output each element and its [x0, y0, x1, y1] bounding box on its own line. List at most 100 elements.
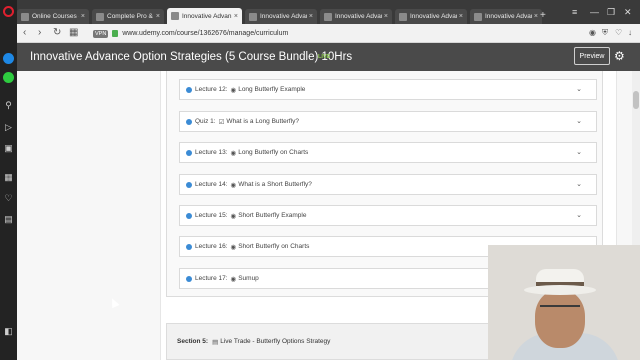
browser-sidebar: ⚲ ▷ ▣ ▦ ♡ ▤ ◧	[0, 0, 17, 360]
favicon-icon	[21, 12, 29, 21]
play-circle-icon: ◉	[230, 243, 237, 251]
favicon-icon	[324, 12, 332, 21]
speed-dial-icon[interactable]: ▦	[2, 171, 15, 184]
tab-label: Innovative Advan	[260, 13, 307, 20]
tab-label: Innovative Advan	[485, 13, 532, 20]
tab-label: Online Courses - A	[32, 13, 79, 20]
item-title: What is a Short Butterfly?	[238, 181, 312, 188]
item-number: Lecture 13:	[195, 149, 228, 156]
play-circle-icon: ◉	[230, 212, 237, 220]
bookmark-heart-icon[interactable]: ♡	[615, 28, 622, 37]
play-circle-icon: ◉	[230, 181, 237, 189]
presenter-hat-brim	[524, 285, 596, 295]
item-number: Lecture 17:	[195, 275, 228, 282]
close-window-icon[interactable]: ✕	[624, 7, 632, 18]
close-icon[interactable]: ×	[534, 13, 538, 20]
filter-icon[interactable]: ≡	[572, 7, 577, 17]
whatsapp-icon[interactable]	[2, 71, 15, 84]
camera-icon[interactable]: ▣	[2, 142, 15, 155]
url-field[interactable]: VPN www.udemy.com/course/1362676/manage/…	[93, 27, 587, 40]
browser-tab[interactable]: Innovative Advan ×	[320, 9, 392, 24]
messenger-icon[interactable]	[2, 52, 15, 65]
snapshot-icon[interactable]: ◉	[589, 28, 596, 37]
play-circle-icon: ◉	[230, 275, 237, 283]
close-icon[interactable]: ×	[384, 13, 388, 20]
favicon-icon	[249, 12, 257, 21]
item-title: Short Butterfly on Charts	[238, 243, 310, 250]
gear-icon[interactable]: ⚙	[614, 49, 625, 63]
tab-bar: Online Courses - A × Complete Pro & A × …	[17, 0, 640, 24]
item-number: Lecture 16:	[195, 243, 228, 250]
news-icon[interactable]: ▤	[2, 213, 15, 226]
opera-menu-icon[interactable]	[2, 5, 15, 18]
item-number: Lecture 12:	[195, 86, 228, 93]
tabs-grid-icon[interactable]: ▦	[69, 27, 78, 38]
check-circle-icon	[186, 243, 192, 250]
check-circle-icon	[186, 149, 192, 156]
check-circle-icon	[186, 118, 192, 125]
chevron-down-icon[interactable]: ⌄	[576, 148, 582, 156]
check-circle-icon	[186, 212, 192, 219]
section-title: Live Trade - Butterfly Options Strategy	[220, 338, 331, 345]
course-header: Innovative Advance Option Strategies (5 …	[17, 43, 640, 71]
close-icon[interactable]: ×	[459, 13, 463, 20]
item-number: Quiz 1:	[195, 118, 216, 125]
chevron-down-icon[interactable]: ⌄	[576, 180, 582, 188]
play-circle-icon: ◉	[230, 149, 237, 157]
browser-tab[interactable]: Online Courses - A ×	[17, 9, 89, 24]
favicon-icon	[474, 12, 482, 21]
chevron-down-icon[interactable]: ⌄	[576, 211, 582, 219]
curriculum-item[interactable]: Lecture 14: ◉ What is a Short Butterfly?…	[179, 174, 597, 195]
section-number: Section 5:	[177, 338, 209, 345]
close-icon[interactable]: ×	[309, 13, 313, 20]
close-icon[interactable]: ×	[234, 13, 238, 20]
webcam-overlay	[488, 245, 640, 360]
new-tab-icon[interactable]: +	[540, 10, 546, 21]
curriculum-item[interactable]: Quiz 1: ☑ What is a Long Butterfly? ⌄	[179, 111, 597, 132]
item-title: Long Butterfly on Charts	[238, 149, 309, 156]
vpn-badge[interactable]: VPN	[93, 29, 109, 38]
adblock-icon[interactable]: ⛨	[602, 28, 608, 38]
presenter-glasses	[540, 305, 580, 313]
address-bar: ‹ › ↻ ▦ VPN www.udemy.com/course/1362676…	[17, 24, 640, 43]
close-icon[interactable]: ×	[156, 13, 160, 20]
play-circle-icon: ◉	[230, 86, 237, 94]
page-title: Innovative Advance Option Strategies (5 …	[30, 51, 353, 63]
item-title: Long Butterfly Example	[238, 86, 306, 93]
heart-icon[interactable]: ♡	[2, 192, 15, 205]
send-icon[interactable]: ▷	[2, 121, 15, 134]
checkbox-icon: ☑	[218, 118, 225, 126]
curriculum-item[interactable]: Lecture 12: ◉ Long Butterfly Example ⌄	[179, 79, 597, 100]
browser-tab-active[interactable]: Innovative Advan ×	[167, 8, 242, 24]
item-number: Lecture 15:	[195, 212, 228, 219]
scrollbar-thumb[interactable]	[633, 91, 639, 109]
restore-icon[interactable]: ❐	[607, 7, 615, 18]
chevron-down-icon[interactable]: ⌄	[576, 85, 582, 93]
check-circle-icon	[186, 181, 192, 188]
sidebar-toggle-icon[interactable]: ◧	[2, 325, 15, 338]
preview-button[interactable]: Preview	[574, 47, 610, 65]
check-circle-icon	[186, 86, 192, 93]
browser-tab[interactable]: Innovative Advan ×	[245, 9, 317, 24]
tab-label: Complete Pro & A	[107, 13, 154, 20]
close-icon[interactable]: ×	[81, 13, 85, 20]
tab-label: Innovative Advan	[182, 12, 232, 20]
minimize-icon[interactable]: —	[590, 7, 599, 17]
reload-icon[interactable]: ↻	[53, 27, 61, 38]
search-icon[interactable]: ⚲	[2, 99, 15, 112]
curriculum-item[interactable]: Lecture 13: ◉ Long Butterfly on Charts ⌄	[179, 142, 597, 163]
curriculum-item[interactable]: Lecture 15: ◉ Short Butterfly Example ⌄	[179, 205, 597, 226]
download-icon[interactable]: ↓	[628, 28, 632, 37]
browser-tab[interactable]: Innovative Advan ×	[470, 9, 542, 24]
back-icon[interactable]: ‹	[23, 27, 26, 38]
forward-icon[interactable]: ›	[38, 27, 41, 38]
chevron-down-icon[interactable]: ⌄	[576, 117, 582, 125]
item-title: Sumup	[238, 275, 259, 282]
lock-icon	[112, 30, 119, 37]
browser-tab[interactable]: Innovative Advan ×	[395, 9, 467, 24]
url-text: www.udemy.com/course/1362676/manage/curr…	[122, 30, 289, 37]
status-badge: LIVE	[318, 54, 331, 60]
browser-tab[interactable]: Complete Pro & A ×	[92, 9, 164, 24]
item-title: What is a Long Butterfly?	[226, 118, 300, 125]
check-circle-icon	[186, 275, 192, 282]
